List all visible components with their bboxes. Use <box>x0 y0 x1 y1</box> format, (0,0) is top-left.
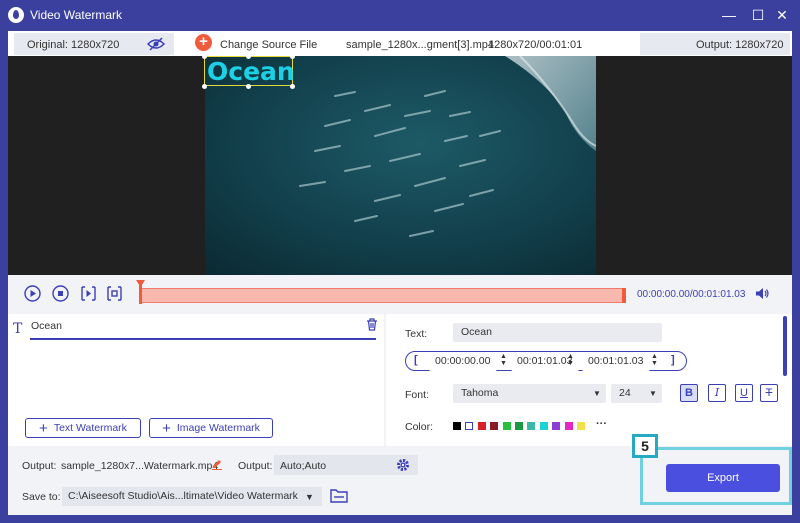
color-swatch[interactable] <box>552 422 561 430</box>
gear-icon[interactable] <box>396 458 410 472</box>
add-image-watermark-button[interactable]: + Image Watermark <box>149 418 273 438</box>
step-highlight-box <box>640 447 792 505</box>
resize-handle-tm[interactable] <box>246 54 251 59</box>
trim-end-handle[interactable] <box>622 288 626 303</box>
window-title: Video Watermark <box>30 8 123 22</box>
color-swatch[interactable] <box>502 422 511 430</box>
playhead-arrow-icon[interactable] <box>136 280 145 287</box>
edit-pencil-icon[interactable] <box>211 458 223 470</box>
output-resolution: Output: 1280x720 <box>696 39 784 51</box>
play-icon[interactable] <box>24 285 41 302</box>
output-file-label: Output: <box>22 460 57 472</box>
end-bracket-icon[interactable]: ] <box>671 354 675 366</box>
duration-input[interactable]: 00:01:01.03 <box>582 352 650 371</box>
plus-icon: + <box>39 419 48 437</box>
add-text-watermark-button[interactable]: + Text Watermark <box>25 418 141 438</box>
trash-icon[interactable] <box>366 318 378 331</box>
more-colors-button[interactable]: ··· <box>596 418 607 430</box>
output-format-value: Auto;Auto <box>280 460 327 472</box>
close-button[interactable]: ✕ <box>773 6 791 24</box>
color-swatch[interactable] <box>527 422 536 430</box>
folder-icon[interactable] <box>330 488 348 503</box>
video-frame <box>205 56 596 275</box>
timeline-track[interactable] <box>140 288 626 303</box>
next-frame-icon[interactable] <box>80 285 97 302</box>
color-swatch[interactable] <box>453 422 461 430</box>
font-label: Font: <box>405 389 429 401</box>
color-swatch[interactable] <box>465 422 474 430</box>
settings-scrollbar[interactable] <box>783 316 787 376</box>
path-dropdown-icon[interactable]: ▼ <box>305 492 314 502</box>
resize-handle-tr[interactable] <box>290 54 295 59</box>
duration-stepper[interactable]: ▲ ▼ <box>651 353 658 367</box>
app-window: Video Watermark — ☐ ✕ Original: 1280x720… <box>0 0 800 523</box>
step-badge: 5 <box>632 434 658 458</box>
resize-handle-bm[interactable] <box>246 84 251 89</box>
volume-icon[interactable] <box>755 287 769 300</box>
color-swatch[interactable] <box>515 422 523 430</box>
eye-icon[interactable] <box>147 37 165 51</box>
color-label: Color: <box>405 421 434 433</box>
plus-icon: + <box>162 419 171 437</box>
watermark-item-label: Ocean <box>31 320 62 332</box>
text-label: Text: <box>405 328 428 340</box>
underline-button[interactable]: U <box>735 384 753 402</box>
text-type-icon: T <box>13 321 23 337</box>
playback-time: 00:00:00.00/00:01:01.03 <box>637 289 746 300</box>
start-bracket-icon[interactable]: [ <box>414 354 418 366</box>
size-dropdown-icon[interactable]: ▼ <box>649 389 657 398</box>
font-family-select[interactable]: Tahoma <box>453 384 606 403</box>
resize-handle-br[interactable] <box>290 84 295 89</box>
resize-handle-bl[interactable] <box>202 84 207 89</box>
watermark-text-input[interactable]: Ocean <box>453 323 662 342</box>
original-resolution: Original: 1280x720 <box>27 39 120 51</box>
app-logo-icon <box>8 7 24 23</box>
add-source-icon[interactable]: + <box>195 34 212 51</box>
output-filename: sample_1280x7...Watermark.mp4 <box>61 460 219 472</box>
start-time-stepper[interactable]: ▲ ▼ <box>500 353 507 367</box>
bold-button[interactable]: B <box>680 384 698 402</box>
change-source-button[interactable]: Change Source File <box>220 39 317 51</box>
watermark-preview-text[interactable]: Ocean <box>207 57 295 86</box>
list-item[interactable] <box>30 318 376 340</box>
source-resolution-duration: 1280x720/00:01:01 <box>488 39 583 51</box>
color-swatch[interactable] <box>477 422 486 430</box>
color-swatch[interactable] <box>490 422 499 430</box>
source-filename: sample_1280x...gment[3].mp4 <box>346 39 494 51</box>
maximize-button[interactable]: ☐ <box>749 6 767 24</box>
loop-icon[interactable] <box>106 285 123 302</box>
color-swatch[interactable] <box>539 422 548 430</box>
color-swatch[interactable] <box>577 422 585 430</box>
strikethrough-button[interactable]: T <box>760 384 778 402</box>
font-dropdown-icon[interactable]: ▼ <box>593 389 601 398</box>
output-format-label: Output: <box>238 460 273 472</box>
start-time-input[interactable]: 00:00:00.00 <box>429 352 497 371</box>
end-time-stepper[interactable]: ▲ ▼ <box>567 353 574 367</box>
save-path-field[interactable]: C:\Aiseesoft Studio\Ais...ltimate\Video … <box>62 487 322 506</box>
italic-button[interactable]: I <box>708 384 726 402</box>
resize-handle-tl[interactable] <box>202 54 207 59</box>
save-to-label: Save to: <box>22 491 61 503</box>
color-swatch[interactable] <box>564 422 573 430</box>
minimize-button[interactable]: — <box>720 6 738 24</box>
stop-icon[interactable] <box>52 285 69 302</box>
